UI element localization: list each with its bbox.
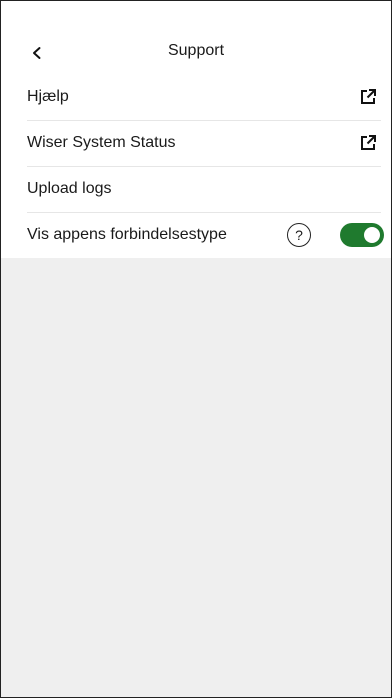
help-icon[interactable]: ?: [287, 223, 311, 247]
connection-type-toggle[interactable]: [340, 223, 384, 247]
list-item-label: Upload logs: [27, 180, 112, 197]
header: Support: [1, 1, 391, 74]
toggle-knob: [364, 227, 380, 243]
list-item-label: Wiser System Status: [27, 134, 176, 151]
list-item-help[interactable]: Hjælp: [1, 74, 391, 120]
list-item-connection-type: Vis appens forbindelsestype ?: [1, 212, 391, 258]
list-item-label: Vis appens forbindelsestype: [27, 226, 227, 243]
support-list: Hjælp Wiser System Status Upload logs Vi…: [1, 74, 391, 258]
external-link-icon: [361, 89, 376, 104]
list-item-label: Hjælp: [27, 88, 69, 105]
list-item-upload-logs[interactable]: Upload logs: [1, 166, 391, 212]
external-link-icon: [361, 135, 376, 150]
app-screen: Support Hjælp Wiser System Status Upload…: [0, 0, 392, 698]
page-title: Support: [167, 42, 225, 59]
list-item-system-status[interactable]: Wiser System Status: [1, 120, 391, 166]
